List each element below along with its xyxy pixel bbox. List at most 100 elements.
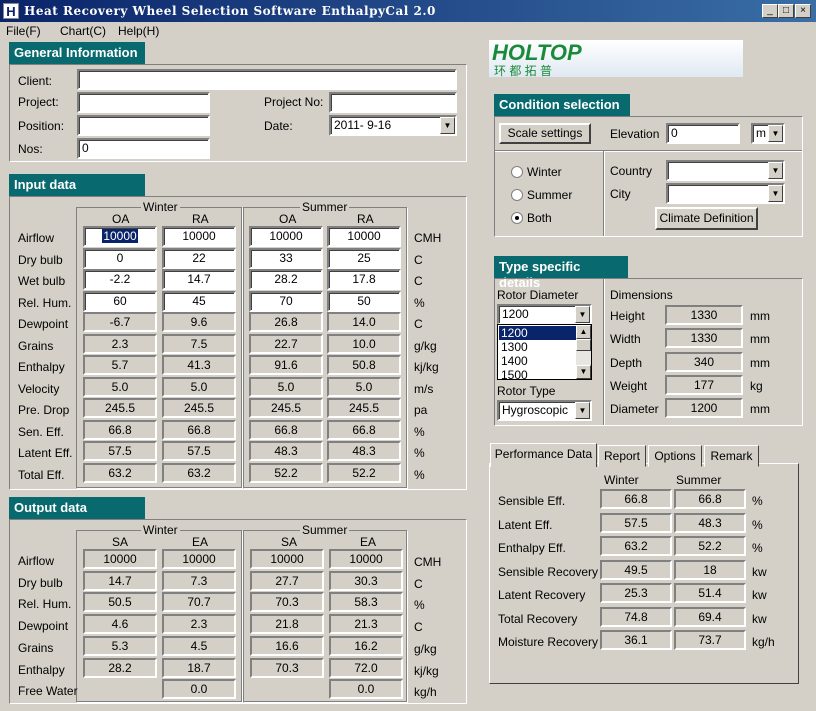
value-cell: 66.8 [249, 419, 323, 440]
input-cell[interactable]: 10000 [83, 226, 157, 247]
climate-definition-button[interactable]: Climate Definition [655, 207, 758, 230]
menu-file[interactable]: File(F) [6, 24, 41, 38]
menu-help[interactable]: Help(H) [118, 24, 159, 38]
both-radio[interactable] [511, 212, 523, 224]
perf-winter-value: 25.3 [600, 583, 672, 603]
chevron-down-icon[interactable]: ▼ [440, 117, 455, 134]
input-cell[interactable]: 50 [327, 290, 401, 312]
maximize-button[interactable]: □ [778, 4, 794, 18]
country-select[interactable]: ▼ [666, 160, 785, 181]
chevron-down-icon[interactable]: ▼ [575, 402, 590, 419]
list-item[interactable]: 1300 [499, 340, 528, 354]
rotor-diameter-select[interactable]: 1200 ▼ [497, 304, 592, 325]
summer-radio-label: Summer [527, 188, 573, 202]
input-cell[interactable]: 45 [162, 290, 236, 312]
input-cell[interactable]: 33 [249, 247, 323, 269]
date-picker[interactable]: 2011- 9-16 ▼ [329, 115, 457, 136]
value-cell: 16.2 [329, 635, 403, 656]
perf-summer-value: 52.2 [674, 536, 746, 556]
value-cell: -6.7 [83, 312, 157, 332]
rotor-type-label: Rotor Type [497, 384, 556, 398]
dimension-label: Diameter [610, 402, 659, 417]
close-button[interactable]: × [795, 4, 811, 18]
perf-summer-value: 48.3 [674, 512, 746, 533]
minimize-button[interactable]: _ [762, 4, 778, 18]
value-cell: 57.5 [162, 441, 236, 461]
tab-remark[interactable]: Remark [704, 445, 759, 467]
input-cell[interactable]: 10000 [327, 226, 401, 247]
input-cell[interactable]: 0 [83, 247, 157, 269]
column-header: RA [192, 212, 209, 226]
value-cell: 57.5 [83, 441, 157, 461]
value-cell: 5.0 [327, 376, 401, 397]
unit-label: % [414, 424, 425, 439]
dimension-value: 1200 [665, 398, 743, 419]
menu-chart[interactable]: Chart(C) [60, 24, 106, 38]
winter-radio[interactable] [511, 166, 523, 178]
project-input[interactable] [77, 92, 210, 113]
perf-unit: % [752, 541, 763, 555]
input-cell[interactable]: 10000 [249, 226, 323, 247]
column-header: EA [360, 535, 377, 549]
input-cell[interactable]: 25 [327, 247, 401, 269]
tab-performance-data[interactable]: Performance Data [490, 443, 597, 467]
unit-label: CMH [414, 231, 442, 245]
project-no-input[interactable] [329, 92, 457, 113]
elevation-input[interactable]: 0 [666, 123, 740, 144]
nos-input[interactable]: 0 [77, 138, 210, 159]
list-item[interactable]: 1400 [499, 354, 528, 368]
title-bar[interactable]: H Heat Recovery Wheel Selection Software… [0, 0, 816, 22]
value-cell: 41.3 [162, 355, 236, 375]
divider [495, 150, 802, 151]
position-input[interactable] [77, 115, 210, 136]
rotor-diameter-list[interactable]: 1200 1300 1400 1500 ▲ ▼ [497, 324, 592, 380]
input-cell[interactable]: 22 [162, 247, 236, 269]
row-label: Pre. Drop [18, 403, 70, 417]
input-cell[interactable]: 10000 [162, 226, 236, 247]
column-header: RA [357, 212, 374, 226]
elevation-unit-select[interactable]: m ▼ [751, 123, 785, 144]
list-item[interactable]: 1200 [499, 326, 576, 340]
input-cell[interactable]: 14.7 [162, 269, 236, 290]
scroll-thumb[interactable] [576, 339, 591, 351]
column-header: EA [192, 535, 209, 549]
chevron-down-icon[interactable]: ▼ [768, 185, 783, 202]
row-label: Airflow [18, 554, 55, 568]
scale-settings-button[interactable]: Scale settings [499, 123, 591, 144]
value-cell: 66.8 [327, 419, 401, 440]
summer-radio[interactable] [511, 189, 523, 201]
perf-summer-value: 66.8 [674, 489, 746, 509]
rotor-type-select[interactable]: Hygroscopic ▼ [497, 400, 592, 421]
input-cell[interactable]: -2.2 [83, 269, 157, 290]
chevron-down-icon[interactable]: ▼ [575, 306, 590, 323]
column-header: OA [112, 212, 130, 226]
chevron-down-icon[interactable]: ▼ [768, 162, 783, 179]
input-winter-label: Winter [141, 200, 180, 214]
row-label: Grains [18, 640, 54, 655]
scroll-up-icon[interactable]: ▲ [576, 325, 591, 339]
value-cell: 5.7 [83, 355, 157, 375]
value-cell: 48.3 [249, 441, 323, 461]
scroll-down-icon[interactable]: ▼ [576, 365, 591, 379]
perf-unit: kw [752, 564, 767, 579]
column-header: SA [281, 535, 298, 549]
divider [603, 151, 604, 236]
tab-report[interactable]: Report [598, 445, 646, 467]
list-scrollbar[interactable]: ▲ ▼ [576, 325, 591, 379]
list-item[interactable]: 1500 [499, 368, 528, 379]
dimension-value: 1330 [665, 328, 743, 349]
input-cell[interactable]: 60 [83, 290, 157, 312]
tab-options[interactable]: Options [648, 445, 702, 467]
divider [603, 279, 604, 425]
input-cell[interactable]: 70 [249, 290, 323, 312]
row-label: Velocity [18, 381, 60, 396]
client-input[interactable] [77, 69, 457, 90]
value-cell: 245.5 [83, 398, 157, 418]
chevron-down-icon[interactable]: ▼ [768, 125, 783, 142]
input-cell[interactable]: 28.2 [249, 269, 323, 290]
rotor-diameter-value: 1200 [502, 307, 529, 321]
input-cell[interactable]: 17.8 [327, 269, 401, 290]
city-select[interactable]: ▼ [666, 183, 785, 204]
value-cell: 5.0 [83, 376, 157, 397]
type-details-header: Type specific details [494, 256, 628, 290]
